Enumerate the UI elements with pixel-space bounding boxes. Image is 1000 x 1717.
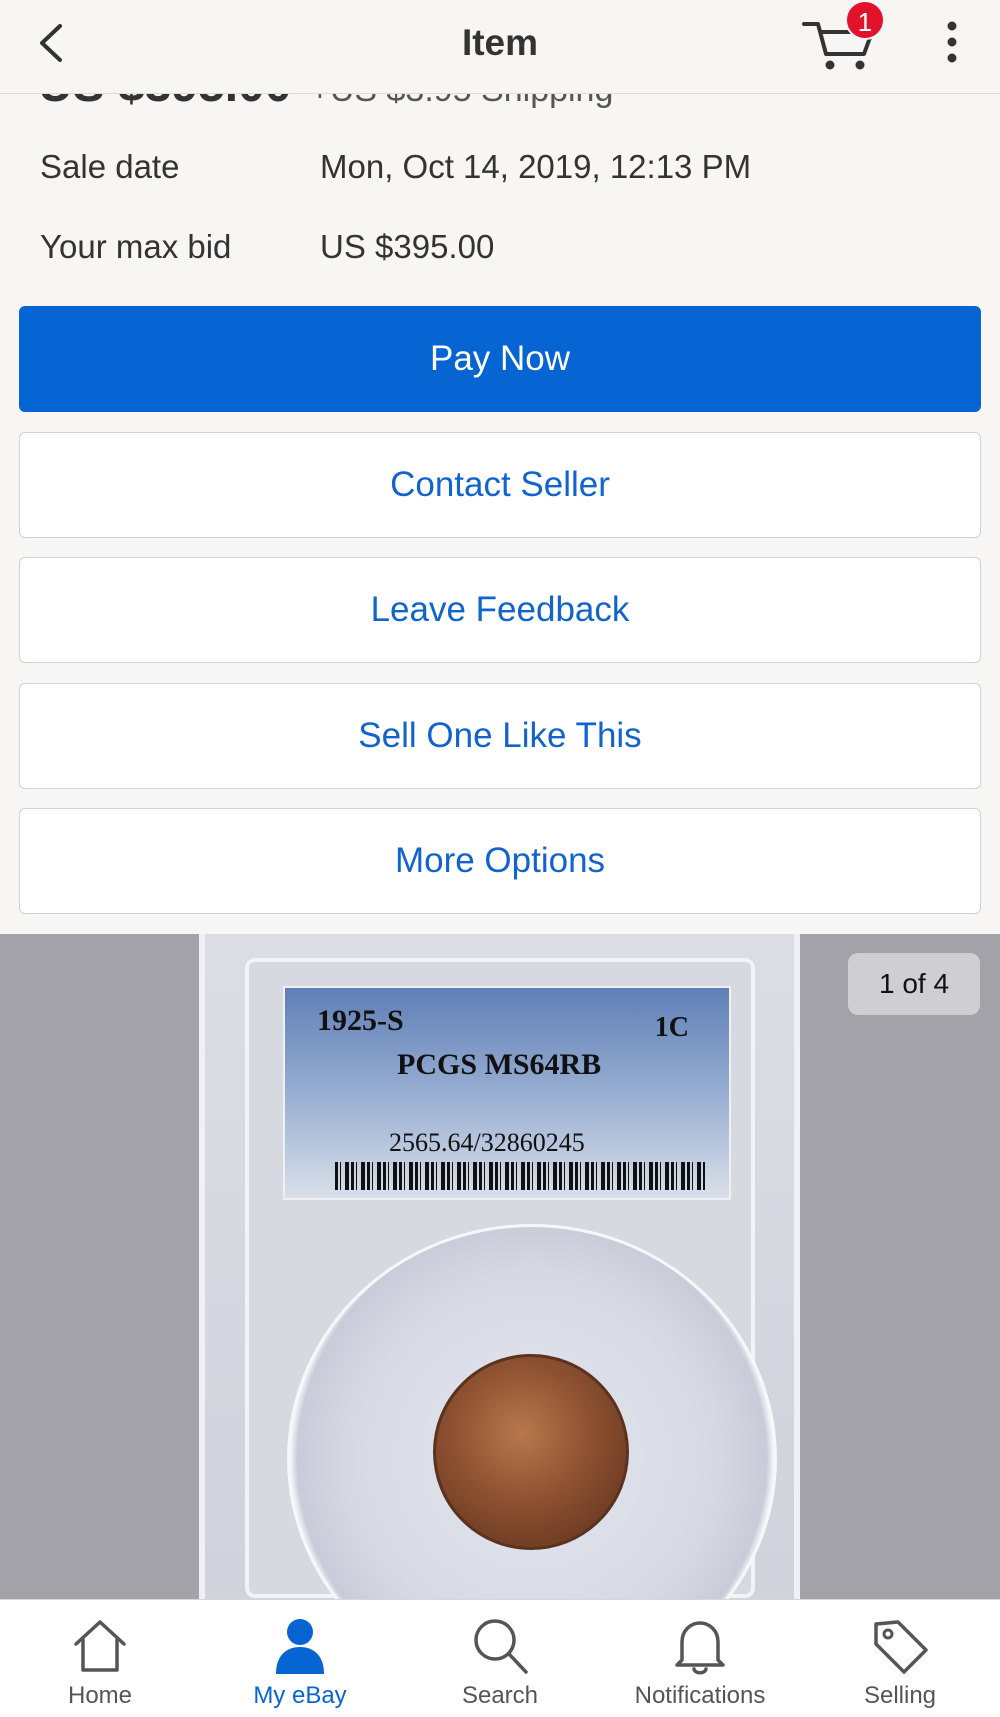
nav-notifications-label: Notifications xyxy=(634,1682,766,1709)
slab-year: 1925-S xyxy=(317,1004,404,1037)
tag-icon xyxy=(874,1620,928,1674)
nav-selling-label: Selling xyxy=(863,1682,937,1709)
nav-my-ebay-label: My eBay xyxy=(253,1682,347,1709)
chevron-left-icon xyxy=(40,24,62,62)
nav-my-ebay[interactable]: My eBay xyxy=(200,1600,400,1717)
nav-search[interactable]: Search xyxy=(400,1600,600,1717)
nav-notifications[interactable]: Notifications xyxy=(600,1600,800,1717)
max-bid-label: Your max bid xyxy=(40,228,232,265)
max-bid-value: US $395.00 xyxy=(320,228,495,265)
slab-denomination: 1C xyxy=(654,1012,689,1043)
image-counter: 1 of 4 xyxy=(848,953,980,1015)
sell-one-like-this-button[interactable]: Sell One Like This xyxy=(19,683,981,789)
contact-seller-button[interactable]: Contact Seller xyxy=(19,432,981,538)
slab-cert-number: 2565.64/32860245 xyxy=(389,1128,585,1157)
pay-now-button[interactable]: Pay Now xyxy=(19,306,981,412)
nav-home[interactable]: Home xyxy=(0,1600,200,1717)
item-image-gallery[interactable]: 1925-S 1C PCGS MS64RB 2565.64/32860245 xyxy=(0,934,1000,1599)
bell-icon xyxy=(675,1621,725,1675)
leave-feedback-button[interactable]: Leave Feedback xyxy=(19,557,981,663)
cart-count-badge: 1 xyxy=(845,0,885,40)
slab-label: 1925-S 1C PCGS MS64RB 2565.64/32860245 xyxy=(283,986,731,1200)
sale-date-label: Sale date xyxy=(40,148,180,185)
more-options-button[interactable]: More Options xyxy=(19,808,981,914)
back-button[interactable] xyxy=(30,18,80,68)
coin xyxy=(433,1354,629,1550)
top-bar: Item 1 xyxy=(0,0,1000,94)
home-icon xyxy=(74,1620,126,1672)
sale-date-value: Mon, Oct 14, 2019, 12:13 PM xyxy=(320,148,752,185)
more-menu-button[interactable] xyxy=(935,18,969,68)
nav-home-label: Home xyxy=(67,1682,133,1709)
more-vertical-icon xyxy=(947,21,957,63)
coin-slab-image: 1925-S 1C PCGS MS64RB 2565.64/32860245 xyxy=(199,934,800,1599)
bottom-nav: Home My eBay Search Notifications Sellin… xyxy=(0,1599,1000,1717)
nav-search-label: Search xyxy=(461,1682,539,1709)
nav-selling[interactable]: Selling xyxy=(800,1600,1000,1717)
search-icon xyxy=(474,1619,528,1674)
person-icon xyxy=(276,1619,324,1674)
barcode xyxy=(335,1162,705,1190)
slab-grade: PCGS MS64RB xyxy=(397,1048,602,1081)
